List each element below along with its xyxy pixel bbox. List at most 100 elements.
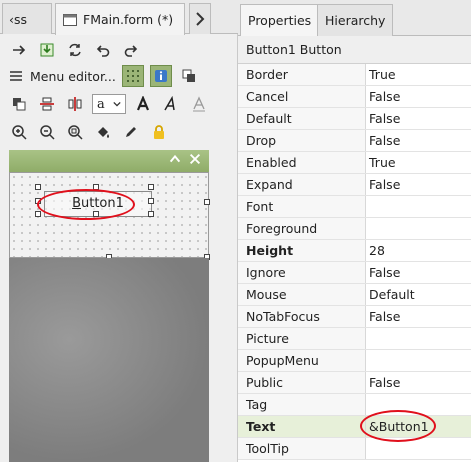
tab-label: Hierarchy	[325, 13, 386, 28]
bring-to-front-button[interactable]	[178, 65, 200, 87]
zoom-fit-icon	[68, 125, 83, 140]
property-value[interactable]: True	[366, 64, 471, 85]
property-row-enabled[interactable]: Enabled True	[238, 152, 471, 174]
undo-button[interactable]	[92, 39, 114, 61]
property-value[interactable]: False	[366, 86, 471, 107]
align-vertical-icon	[68, 97, 82, 111]
property-value[interactable]: True	[366, 152, 471, 173]
property-row-drop[interactable]: Drop False	[238, 130, 471, 152]
show-info-toggle[interactable]	[149, 65, 172, 87]
outline-a-icon	[193, 96, 205, 112]
resize-handle[interactable]	[35, 211, 41, 217]
resize-handle[interactable]	[148, 184, 154, 190]
maximize-icon[interactable]	[167, 152, 183, 170]
property-value[interactable]: Default	[366, 284, 471, 305]
property-value[interactable]: 28	[366, 240, 471, 261]
property-row-mouse[interactable]: Mouse Default	[238, 284, 471, 306]
property-name: NoTabFocus	[238, 306, 366, 327]
align-middle-button[interactable]	[36, 93, 58, 115]
property-value[interactable]	[366, 218, 471, 239]
property-name: Enabled	[238, 152, 366, 173]
property-name: Default	[238, 108, 366, 129]
property-name: Expand	[238, 174, 366, 195]
property-row-tooltip[interactable]: ToolTip	[238, 438, 471, 460]
menu-editor-button[interactable]: Menu editor...	[8, 68, 116, 84]
property-row-notabfocus[interactable]: NoTabFocus False	[238, 306, 471, 328]
property-value[interactable]	[366, 196, 471, 217]
property-name: PopupMenu	[238, 350, 366, 371]
zoom-fit-button[interactable]	[64, 121, 86, 143]
bold-font-button[interactable]	[132, 93, 154, 115]
form-designer-canvas[interactable]: Button1	[9, 150, 210, 462]
property-row-height[interactable]: Height 28	[238, 240, 471, 262]
goto-code-button[interactable]	[8, 39, 30, 61]
info-icon	[154, 70, 167, 82]
property-value[interactable]	[366, 438, 471, 459]
property-value[interactable]: False	[366, 306, 471, 327]
tab-properties[interactable]: Properties	[240, 4, 320, 36]
toolbar-row-4	[0, 118, 238, 146]
tab-label: FMain.form (*)	[83, 12, 174, 27]
designer-background	[9, 258, 209, 462]
form-body[interactable]: Button1	[9, 172, 210, 260]
redo-icon	[124, 45, 138, 57]
close-icon[interactable]	[187, 152, 203, 170]
property-value[interactable]: False	[366, 262, 471, 283]
form-resize-handle[interactable]	[204, 199, 210, 205]
resize-handle[interactable]	[35, 184, 41, 190]
tab-previous-file[interactable]: ‹ss	[2, 3, 52, 34]
property-row-text[interactable]: Text &Button1	[238, 416, 471, 438]
hamburger-menu-icon	[10, 71, 22, 81]
property-row-picture[interactable]: Picture	[238, 328, 471, 350]
show-grid-toggle[interactable]	[121, 65, 144, 87]
property-row-tag[interactable]: Tag	[238, 394, 471, 416]
tab-hierarchy[interactable]: Hierarchy	[317, 4, 394, 36]
property-name: Font	[238, 196, 366, 217]
font-selector[interactable]: a	[92, 94, 126, 114]
lock-icon	[154, 125, 164, 139]
property-name: Ignore	[238, 262, 366, 283]
underline-font-button[interactable]	[188, 93, 210, 115]
property-name: Mouse	[238, 284, 366, 305]
property-name: Foreground	[238, 218, 366, 239]
property-row-ignore[interactable]: Ignore False	[238, 262, 471, 284]
zoom-out-button[interactable]	[36, 121, 58, 143]
property-row-cancel[interactable]: Cancel False	[238, 86, 471, 108]
property-row-public[interactable]: Public False	[238, 372, 471, 394]
property-value[interactable]	[366, 328, 471, 349]
property-value[interactable]: False	[366, 372, 471, 393]
redo-button[interactable]	[120, 39, 142, 61]
property-name: Public	[238, 372, 366, 393]
property-row-foreground[interactable]: Foreground	[238, 218, 471, 240]
property-name: Border	[238, 64, 366, 85]
toolbar-row-3: a	[0, 90, 238, 118]
zoom-in-button[interactable]	[8, 121, 30, 143]
fill-color-button[interactable]	[92, 121, 114, 143]
property-row-expand[interactable]: Expand False	[238, 174, 471, 196]
arrow-right-icon	[13, 45, 26, 55]
reload-button[interactable]	[64, 39, 86, 61]
resize-handle[interactable]	[148, 198, 154, 204]
property-name: Text	[238, 416, 366, 437]
save-button[interactable]	[36, 39, 58, 61]
layers-back-icon	[13, 98, 26, 111]
property-value[interactable]	[366, 350, 471, 371]
italic-font-button[interactable]	[160, 93, 182, 115]
resize-handle[interactable]	[148, 211, 154, 217]
send-to-back-button[interactable]	[8, 93, 30, 115]
property-row-border[interactable]: Border True	[238, 64, 471, 86]
property-row-default[interactable]: Default False	[238, 108, 471, 130]
align-center-button[interactable]	[64, 93, 86, 115]
tab-fmain-form[interactable]: FMain.form (*)	[55, 3, 185, 35]
paint-bucket-icon	[98, 127, 109, 138]
tab-scroll-right-button[interactable]	[189, 3, 211, 34]
property-value[interactable]: False	[366, 108, 471, 129]
lock-button[interactable]	[148, 121, 170, 143]
properties-pane: Properties Hierarchy Button1 Button Bord…	[238, 0, 471, 462]
property-value[interactable]: False	[366, 174, 471, 195]
tab-label: ‹ss	[9, 11, 28, 27]
property-row-popupmenu[interactable]: PopupMenu	[238, 350, 471, 372]
property-value[interactable]: False	[366, 130, 471, 151]
foreground-color-button[interactable]	[120, 121, 142, 143]
property-row-font[interactable]: Font	[238, 196, 471, 218]
